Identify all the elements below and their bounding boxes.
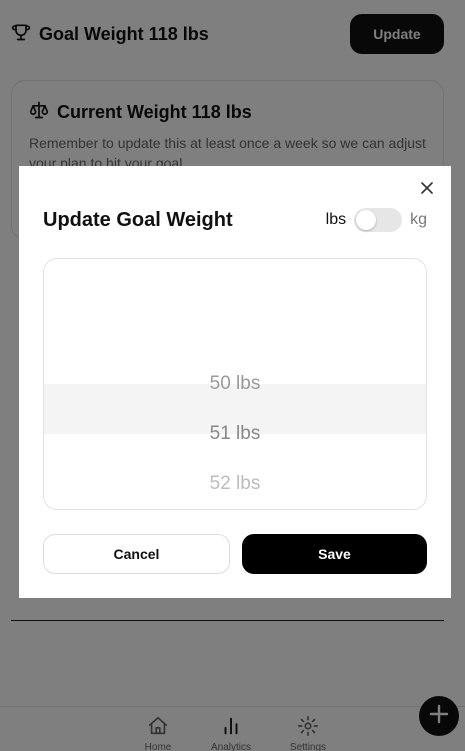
unit-switch-row: lbs kg [326, 208, 427, 232]
update-goal-weight-dialog: Update Goal Weight lbs kg 50 lbs 51 lbs … [19, 166, 451, 598]
cancel-button[interactable]: Cancel [43, 534, 230, 574]
dialog-title: Update Goal Weight [43, 209, 233, 231]
unit-lbs-label: lbs [325, 211, 347, 228]
close-button[interactable] [417, 180, 437, 200]
picker-option[interactable]: 50 lbs [44, 359, 426, 409]
unit-toggle[interactable] [354, 208, 403, 232]
picker-option[interactable]: 52 lbs [44, 459, 426, 509]
close-icon [421, 181, 433, 199]
weight-picker[interactable]: 50 lbs 51 lbs 52 lbs [43, 258, 427, 510]
picker-option-selected[interactable]: 51 lbs [44, 409, 426, 459]
toggle-knob [356, 210, 377, 230]
save-button[interactable]: Save [242, 534, 427, 574]
unit-kg-label: kg [410, 211, 427, 228]
